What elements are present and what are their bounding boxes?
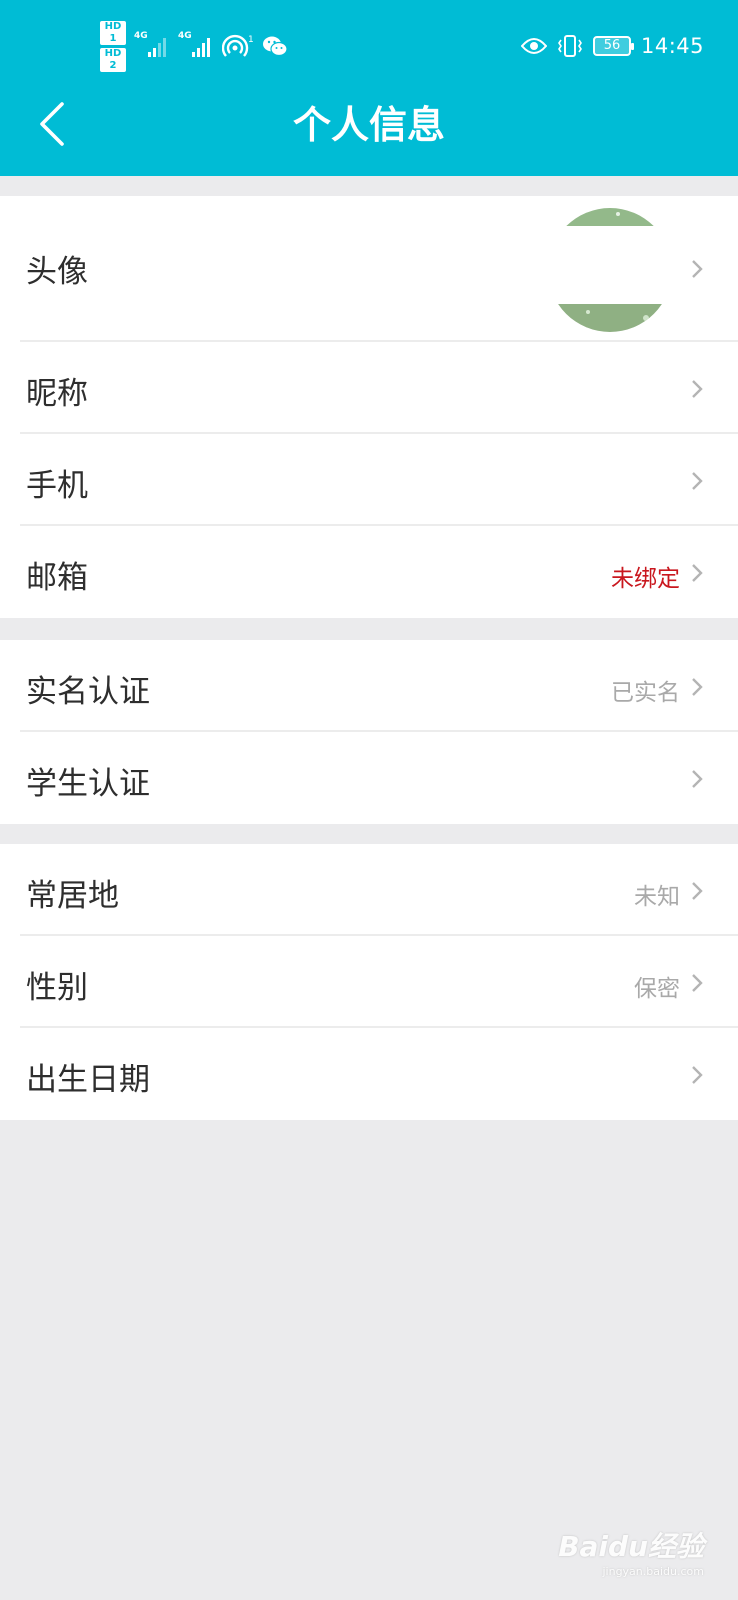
- signal-icon: 4G: [134, 31, 170, 57]
- chevron-right-icon: [692, 380, 703, 398]
- baidu-watermark: Baidu经验 jingyan.baidu.com: [558, 1525, 704, 1578]
- row-residence[interactable]: 常居地 未知: [0, 844, 738, 936]
- row-value: 已实名: [611, 680, 680, 706]
- row-label: 出生日期: [26, 1062, 150, 1098]
- network-label-2: 4G: [178, 31, 192, 41]
- row-label: 手机: [26, 468, 88, 504]
- chevron-right-icon: [692, 974, 703, 992]
- chevron-right-icon: [692, 882, 703, 900]
- status-right: 56 14:45: [520, 30, 704, 62]
- row-phone[interactable]: 手机: [0, 434, 738, 526]
- row-label: 性别: [26, 970, 88, 1006]
- row-value: 未知: [634, 884, 680, 910]
- row-value: 未绑定: [611, 566, 680, 592]
- watermark-url: jingyan.baidu.com: [602, 1565, 704, 1578]
- row-email[interactable]: 邮箱 未绑定: [0, 526, 738, 618]
- page-title: 个人信息: [292, 103, 445, 147]
- hd-badge-1: HD 1: [100, 20, 126, 45]
- chevron-right-icon: [692, 472, 703, 490]
- chevron-right-icon: [692, 564, 703, 582]
- vibrate-icon: [558, 35, 582, 57]
- network-label-1: 4G: [134, 31, 148, 41]
- hd-icon: HD 1 HD 2: [100, 20, 126, 72]
- status-time: 14:45: [640, 34, 704, 58]
- row-gender[interactable]: 性别 保密: [0, 936, 738, 1028]
- avatar: [548, 208, 672, 332]
- row-label: 常居地: [26, 878, 119, 914]
- hotspot-icon: 1: [222, 34, 254, 57]
- row-value: 保密: [634, 976, 680, 1002]
- eye-icon: [520, 38, 547, 54]
- row-label: 头像: [26, 254, 88, 290]
- row-avatar[interactable]: 头像: [0, 196, 738, 342]
- row-label: 实名认证: [26, 674, 150, 710]
- hd-badge-2: HD 2: [100, 47, 126, 72]
- watermark-text: Baidu经验: [558, 1530, 704, 1563]
- battery-icon: 56: [592, 36, 634, 56]
- chevron-right-icon: [692, 770, 703, 788]
- row-label: 邮箱: [26, 560, 88, 596]
- row-real-name[interactable]: 实名认证 已实名: [0, 640, 738, 732]
- row-label: 学生认证: [26, 766, 150, 802]
- status-bar: HD 1 HD 2 4G 4G 1 56 14:45: [0, 0, 738, 88]
- chevron-right-icon: [692, 678, 703, 696]
- row-student[interactable]: 学生认证: [0, 732, 738, 824]
- app-header: HD 1 HD 2 4G 4G 1 56 14:45 个人信息: [0, 0, 738, 176]
- chevron-right-icon: [692, 1066, 703, 1084]
- row-nickname[interactable]: 昵称: [0, 342, 738, 434]
- wechat-icon: [263, 36, 288, 57]
- signal-icon: 4G: [178, 31, 214, 57]
- chevron-right-icon: [692, 260, 703, 278]
- row-label: 昵称: [26, 376, 88, 412]
- row-birthday[interactable]: 出生日期: [0, 1028, 738, 1120]
- status-left: HD 1 HD 2 4G 4G 1: [100, 20, 288, 72]
- hotspot-count: 1: [248, 35, 254, 45]
